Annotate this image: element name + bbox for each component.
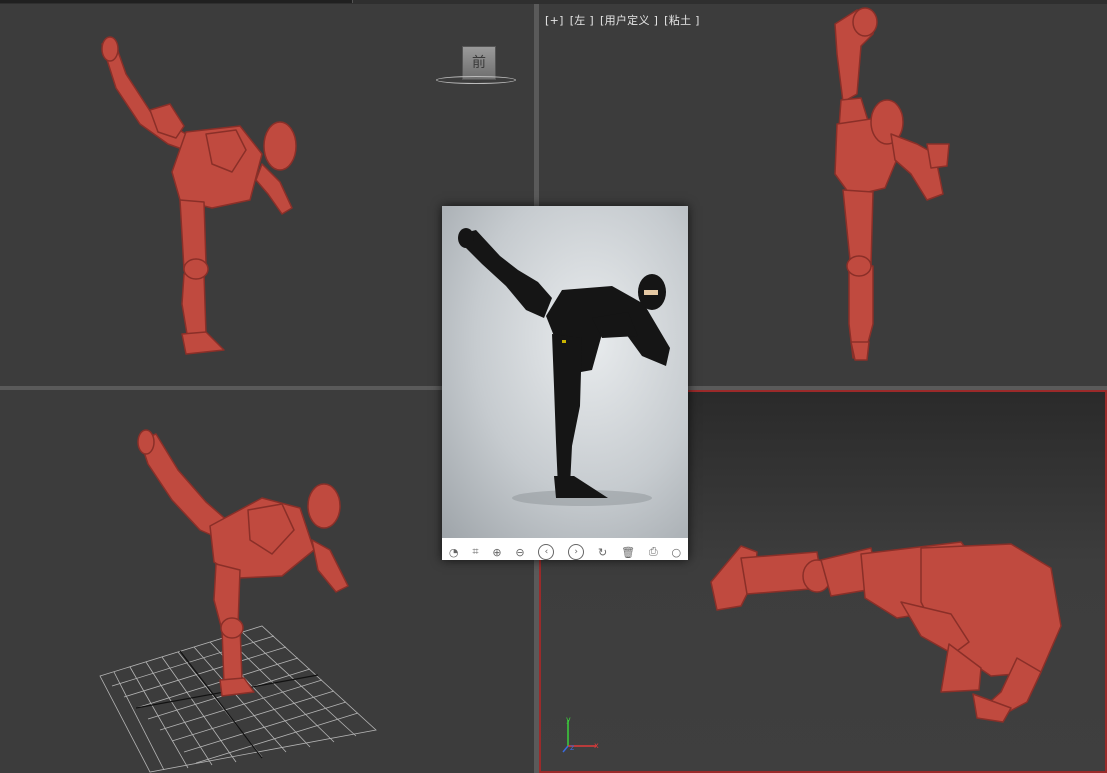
print-icon[interactable]: ⎙ [649,545,658,559]
more-icon[interactable]: ○ [671,546,681,559]
reference-photo-viewer[interactable]: ◔ ⌗ ⊕ ⊖ ‹ › ↻ 🗑 ⎙ ○ [442,206,688,560]
axis-x-label: x [594,741,599,750]
delete-icon[interactable]: 🗑 [621,546,635,559]
rotate-left-icon[interactable]: ◔ [449,546,459,559]
axis-y-label: y [566,715,571,724]
rotate-icon[interactable]: ↻ [598,546,607,559]
axis-gizmo: y x z [562,715,599,753]
zoom-out-icon[interactable]: ⊖ [515,546,524,559]
toolbar-tab[interactable] [0,0,353,3]
photo-toolbar: ◔ ⌗ ⊕ ⊖ ‹ › ↻ 🗑 ⎙ ○ [442,544,688,560]
next-icon[interactable]: › [568,544,585,560]
prev-icon[interactable]: ‹ [538,544,555,560]
ninja-kick-image [458,228,670,506]
crop-icon[interactable]: ⌗ [472,545,478,559]
axis-z-label: z [570,743,574,752]
zoom-in-icon[interactable]: ⊕ [492,546,501,559]
reference-photo [442,206,688,538]
